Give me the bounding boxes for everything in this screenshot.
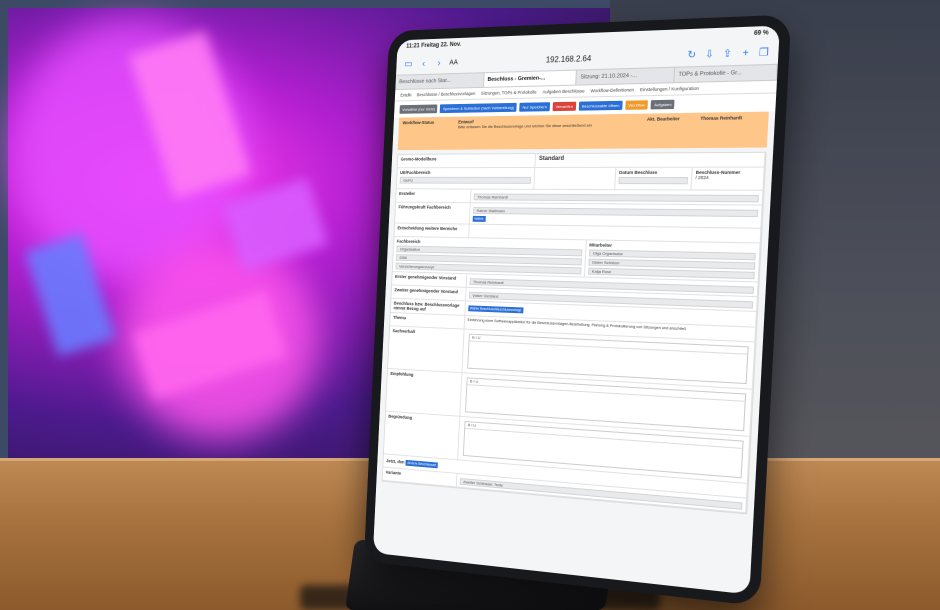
template-value: Standard	[538, 155, 565, 163]
tab-label: Beschluss - Gremien-...	[487, 75, 546, 83]
editor-label: Akt. Bearbeiter	[646, 116, 680, 122]
tabs-overview-icon[interactable]: ❐	[758, 47, 770, 59]
board2-label: Zweiter genehmigender Vorstand	[394, 287, 459, 295]
topic-label: Thema	[393, 314, 407, 321]
nav-item[interactable]: Beschlüsse / Beschlussvorlagen	[417, 91, 476, 97]
creator-label: Ersteller	[399, 191, 416, 197]
status-time: 11:21	[406, 43, 420, 50]
url-field[interactable]: 192.168.2.64	[463, 51, 680, 67]
tab-beschluss[interactable]: Beschluss - Gremien-...	[483, 70, 577, 87]
discard-button[interactable]: Verwerfen	[552, 101, 577, 112]
tab-label: Sitzung: 21.10.2024 -...	[580, 72, 638, 81]
photo-scene: 11:21 Freitag 22. Nov. 69 % ▭ ‹ › AA 192…	[0, 0, 940, 610]
workflow-banner: Workflow-Status Entwurf Bitte erfassen S…	[397, 111, 769, 151]
unit-field[interactable]: GeFÜ	[399, 176, 532, 184]
reference-label: Beschluss bzw. Beschlussvorlage nimmt Be…	[393, 300, 460, 312]
tasks-button[interactable]: Aufgaben	[650, 99, 675, 110]
board1-label: Erster genehmigender Vorstand	[394, 274, 457, 281]
lead-label: Führungskraft Fachbereich	[398, 204, 451, 210]
text-size-button[interactable]: AA	[449, 59, 458, 66]
variant-label: Variante	[385, 469, 402, 476]
fact-label: Sachverhalt	[392, 328, 416, 335]
workflow-button[interactable]: Workflow	[625, 100, 649, 110]
date-row-label: Jetzt, den	[386, 458, 405, 465]
brand-logo: Gremo-Modellbure	[400, 156, 437, 162]
tablet-screen: 11:21 Freitag 22. Nov. 69 % ▭ ‹ › AA 192…	[372, 25, 780, 595]
new-tab-icon[interactable]: +	[739, 47, 751, 59]
reason-label: Begründung	[388, 413, 413, 421]
choose-button[interactable]: Wähle	[472, 215, 486, 222]
workflow-description: Bitte erfassen Sie die Beschlussvorlage …	[457, 122, 593, 130]
save-close-button[interactable]: Speichern & Schließen (nach Vorbereitung…	[440, 102, 518, 114]
nav-item[interactable]: Entdki	[400, 93, 411, 98]
section-staff: Mitarbeiter	[589, 242, 613, 248]
editor-value: Thomas Reinhardt	[700, 115, 743, 121]
sidebar-icon[interactable]: ▭	[403, 58, 413, 69]
change-type-button[interactable]: Andere Beschlussart	[405, 459, 439, 469]
reload-icon[interactable]: ↻	[686, 49, 698, 61]
number-value: / 2024	[695, 174, 709, 181]
decision-form: Gremo-Modellbure Standard UE/Fachbereich…	[381, 151, 767, 515]
date-label: Datum Beschluss	[619, 169, 658, 175]
section-dept: Fachbereich	[396, 238, 421, 245]
download-icon[interactable]: ⇩	[704, 48, 716, 60]
view-only-button[interactable]: Vorwärtsr (nur Sicht)	[399, 104, 438, 114]
status-date: Freitag 22. Nov.	[420, 41, 462, 50]
creator-field[interactable]: Thomas Reinhardt	[473, 193, 759, 203]
tab-label: TOPs & Protokolle - Gr...	[678, 70, 742, 78]
reference-button[interactable]: Wähle Beschluss/Beschlussvorlage	[467, 305, 524, 314]
tab-label: Beschlüsse nach Stat...	[399, 78, 451, 86]
nav-item[interactable]: Sitzungen, TOPs & Protokolle	[481, 90, 537, 96]
share-icon[interactable]: ⇪	[721, 48, 733, 60]
rec-label: Empfehlung	[390, 371, 414, 378]
tab-sitzung[interactable]: Sitzung: 21.10.2024 -...	[576, 67, 675, 85]
unit-label: UE/Fachbereich	[400, 170, 431, 175]
nav-item[interactable]: Einstellungen / Konfiguration	[640, 86, 699, 93]
forward-icon[interactable]: ›	[434, 57, 444, 69]
open-file-button[interactable]: Beschlussakte öffnen	[578, 100, 623, 111]
tab-beschluesse[interactable]: Beschlüsse nach Stat...	[395, 73, 485, 90]
decision-label: Entscheidung weitere Bereiche	[397, 225, 458, 232]
battery-indicator: 69 %	[753, 30, 769, 38]
date-field[interactable]	[618, 176, 689, 185]
nav-item[interactable]: Workflow-Definitionen	[590, 87, 634, 93]
lead-field[interactable]: Rainer Wallmann	[472, 207, 759, 218]
save-button[interactable]: Nur Speichern	[519, 102, 551, 112]
tablet-device: 11:21 Freitag 22. Nov. 69 % ▭ ‹ › AA 192…	[363, 14, 792, 607]
nav-item[interactable]: Aufgaben Beschlüsse	[542, 88, 584, 94]
tab-tops[interactable]: TOPs & Protokolle - Gr...	[673, 64, 778, 83]
back-icon[interactable]: ‹	[418, 58, 428, 69]
workflow-status-label: Workflow-Status	[402, 119, 435, 126]
